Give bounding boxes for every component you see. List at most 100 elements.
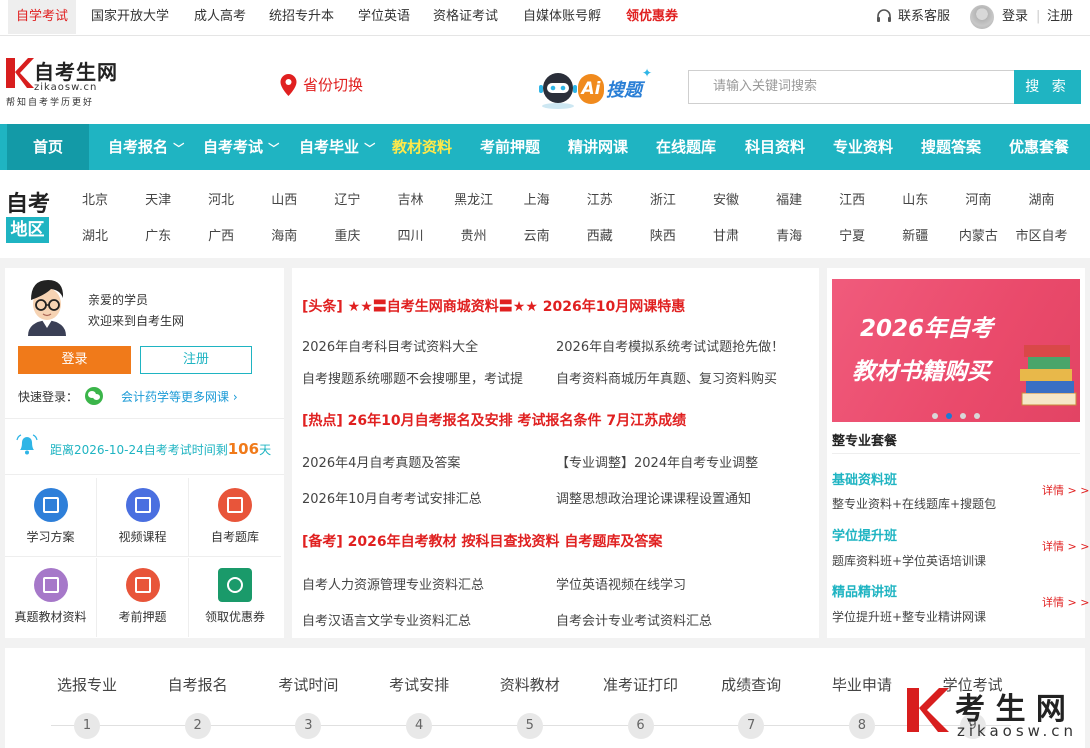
shortcut-study-plan[interactable]: 学习方案 [5, 478, 97, 557]
region-city-link[interactable]: 四川 [381, 225, 441, 244]
region-city-link[interactable]: 湖北 [65, 225, 125, 244]
package-name[interactable]: 学位提升班 [832, 525, 897, 544]
region-city-link[interactable]: 湖南 [1012, 189, 1072, 208]
search-button[interactable]: 搜 索 [1014, 70, 1081, 104]
package-more-link[interactable]: 详情 > > [1042, 482, 1089, 498]
step-label[interactable]: 自考报名 [148, 674, 248, 695]
region-city-link[interactable]: 山西 [254, 189, 314, 208]
region-city-link[interactable]: 河南 [948, 189, 1008, 208]
region-city-link[interactable]: 北京 [65, 189, 125, 208]
news-item[interactable]: 2026年10月自考考试安排汇总 [302, 488, 482, 507]
step-label[interactable]: 准考证打印 [591, 674, 691, 695]
step-label[interactable]: 考试时间 [258, 674, 358, 695]
region-city-link[interactable]: 安徽 [696, 189, 756, 208]
topbar-link-zimeiti[interactable]: 自媒体账号孵 [523, 0, 601, 34]
nav-home[interactable]: 首页 [7, 124, 89, 170]
register-button[interactable]: 注册 [140, 346, 252, 374]
news-item[interactable]: 自考资料商城历年真题、复习资料购买 [556, 368, 777, 387]
topbar-link-zigezheng[interactable]: 资格证考试 [433, 0, 498, 34]
shortcut-past-papers[interactable]: 真题教材资料 [5, 558, 97, 637]
region-city-link[interactable]: 海南 [254, 225, 314, 244]
package-name[interactable]: 基础资料班 [832, 469, 897, 488]
region-city-link[interactable]: 广东 [128, 225, 188, 244]
region-city-link[interactable]: 贵州 [444, 225, 504, 244]
news-item[interactable]: 自考人力资源管理专业资料汇总 [302, 574, 484, 593]
step-label[interactable]: 毕业申请 [812, 674, 912, 695]
region-city-link[interactable]: 西藏 [570, 225, 630, 244]
region-city-link[interactable]: 云南 [507, 225, 567, 244]
package-more-link[interactable]: 详情 > > [1042, 594, 1089, 610]
topbar-link-coupon[interactable]: 领优惠券 [626, 0, 678, 34]
news-item[interactable]: 调整思想政治理论课课程设置通知 [556, 488, 751, 507]
login-button[interactable]: 登录 [18, 346, 131, 374]
wechat-icon[interactable] [85, 387, 103, 405]
nav-item-wangke[interactable]: 精讲网课 [568, 124, 628, 170]
province-switch-link[interactable]: 省份切换 [303, 74, 363, 96]
region-city-link[interactable]: 陕西 [633, 225, 693, 244]
shortcut-question-bank[interactable]: 自考题库 [189, 478, 281, 557]
customer-service-link[interactable]: 联系客服 [898, 0, 950, 34]
news-headline-toutiao[interactable]: [头条] ★★〓自考生网商城资料〓★★ 2026年10月网课特惠 [302, 296, 685, 316]
region-city-link[interactable]: 吉林 [381, 189, 441, 208]
region-city-link[interactable]: 河北 [191, 189, 251, 208]
more-courses-link[interactable]: 会计药学等更多网课 › [121, 388, 238, 405]
region-city-link[interactable]: 黑龙江 [444, 189, 504, 208]
logo-title[interactable]: 自考生网 [34, 56, 118, 85]
nav-item-tiku[interactable]: 在线题库 [656, 124, 716, 170]
nav-item-taocan[interactable]: 优惠套餐 [1009, 124, 1069, 170]
region-city-link[interactable]: 甘肃 [696, 225, 756, 244]
nav-item-kaoshi[interactable]: 自考考试 ﹀ [203, 124, 279, 170]
shortcut-pre-exam[interactable]: 考前押题 [97, 558, 189, 637]
news-item[interactable]: 2026年4月自考真题及答案 [302, 452, 460, 471]
region-city-link[interactable]: 山东 [885, 189, 945, 208]
news-item[interactable]: 自考汉语言文学专业资料汇总 [302, 610, 471, 629]
region-city-link[interactable]: 青海 [759, 225, 819, 244]
package-more-link[interactable]: 详情 > > [1042, 538, 1089, 554]
nav-item-zhuanye[interactable]: 专业资料 [833, 124, 893, 170]
region-city-link[interactable]: 江西 [822, 189, 882, 208]
region-city-link[interactable]: 浙江 [633, 189, 693, 208]
region-city-link[interactable]: 辽宁 [317, 189, 377, 208]
nav-item-jiaocai[interactable]: 教材资料 [392, 124, 452, 170]
nav-item-kemu[interactable]: 科目资料 [745, 124, 805, 170]
news-item[interactable]: 【专业调整】2024年自考专业调整 [556, 452, 758, 471]
news-item[interactable]: 自考搜题系统哪题不会搜哪里，考试提 [302, 368, 523, 387]
region-city-link[interactable]: 广西 [191, 225, 251, 244]
region-city-link[interactable]: 福建 [759, 189, 819, 208]
region-city-link[interactable]: 内蒙古 [948, 225, 1008, 244]
region-city-link[interactable]: 重庆 [317, 225, 377, 244]
news-headline-redian[interactable]: [热点] 26年10月自考报名及安排 考试报名条件 7月江苏成绩 [302, 410, 686, 430]
topbar-link-chenggao[interactable]: 成人高考 [194, 0, 246, 34]
step-label[interactable]: 成绩查询 [701, 674, 801, 695]
topbar-link-zhuanshengben[interactable]: 统招专升本 [269, 0, 334, 34]
nav-item-souti[interactable]: 搜题答案 [921, 124, 981, 170]
step-label[interactable]: 选报专业 [37, 674, 137, 695]
topbar-login-link[interactable]: 登录 [1002, 0, 1028, 34]
news-item[interactable]: 2026年自考模拟系统考试试题抢先做！ [556, 336, 784, 355]
topbar-link-kaifang[interactable]: 国家开放大学 [91, 0, 169, 34]
search-input[interactable]: 请输入关键词搜索 [688, 70, 1014, 104]
nav-item-yati[interactable]: 考前押题 [480, 124, 540, 170]
news-headline-beikao[interactable]: [备考] 2026年自考教材 按科目查找资料 自考题库及答案 [302, 531, 662, 551]
step-label[interactable]: 考试安排 [369, 674, 469, 695]
topbar-register-link[interactable]: 注册 [1047, 0, 1073, 34]
region-city-link[interactable]: 宁夏 [822, 225, 882, 244]
news-item[interactable]: 学位英语视频在线学习 [556, 574, 686, 593]
package-name[interactable]: 精品精讲班 [832, 581, 897, 600]
region-city-link[interactable]: 市区自考 [1012, 225, 1072, 244]
shortcut-video-course[interactable]: 视频课程 [97, 478, 189, 557]
nav-item-biye[interactable]: 自考毕业 ﹀ [299, 124, 375, 170]
book-purchase-banner[interactable]: 2026年自考 教材书籍购买 [832, 279, 1080, 422]
ai-search-badge[interactable]: Ai 搜题 ✦ [526, 66, 656, 112]
step-label[interactable]: 资料教材 [480, 674, 580, 695]
shortcut-coupon[interactable]: 领取优惠券 [189, 558, 281, 637]
region-city-link[interactable]: 江苏 [570, 189, 630, 208]
region-city-link[interactable]: 天津 [128, 189, 188, 208]
news-item[interactable]: 2026年自考科目考试资料大全 [302, 336, 478, 355]
nav-item-baoming[interactable]: 自考报名 ﹀ [108, 124, 184, 170]
topbar-link-xuewei[interactable]: 学位英语 [358, 0, 410, 34]
topbar-link-zixue[interactable]: 自学考试 [8, 0, 76, 34]
user-avatar-icon[interactable] [970, 5, 994, 29]
region-city-link[interactable]: 新疆 [885, 225, 945, 244]
region-city-link[interactable]: 上海 [507, 189, 567, 208]
